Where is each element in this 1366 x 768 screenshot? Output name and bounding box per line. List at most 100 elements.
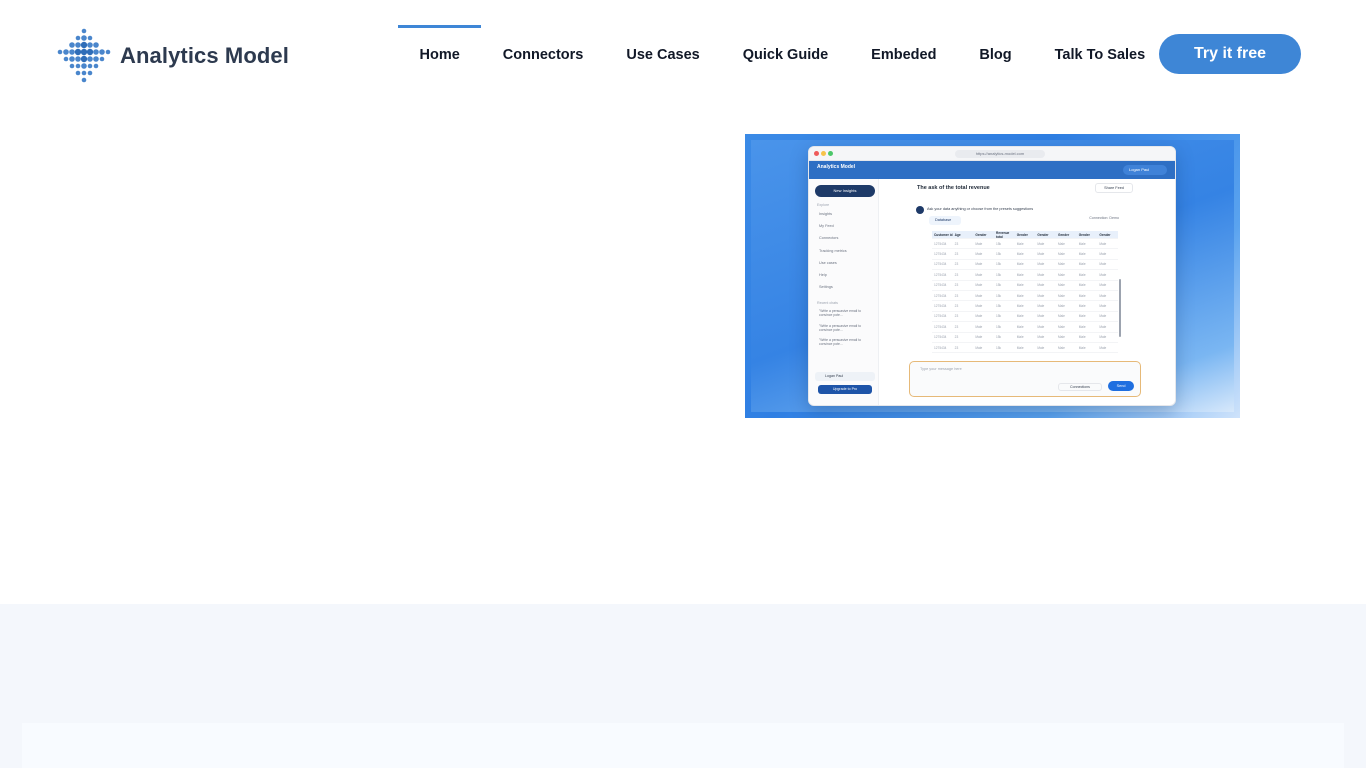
table-cell: Male: [1058, 335, 1065, 340]
sidebar-item: My Feed: [819, 224, 834, 229]
table-cell: 23: [954, 272, 959, 277]
table-cell: 15k: [996, 241, 1002, 246]
table-cell: 1275434: [934, 241, 947, 246]
recent-chat-item: "Write a persuasive email to convince po…: [819, 338, 862, 347]
nav-item-talk-to-sales[interactable]: Talk To Sales: [1033, 25, 1167, 85]
table-header: Customer id Age Gender Revenue total Gender G…: [932, 231, 1118, 239]
url-bar: https://analytics-model.com: [955, 150, 1045, 158]
table-cell: 15k: [996, 293, 1002, 298]
data-table: Customer id Age Gender Revenue total Gender G…: [932, 231, 1118, 354]
table-cell: Male: [1078, 262, 1086, 267]
app-sidebar: New Insights Explore Recent chats Logan …: [809, 179, 879, 405]
table-header-cell: Gender: [1016, 232, 1028, 237]
table-row: 1275434 23 Male 15k Male Male Male Male Male: [932, 312, 1118, 323]
table-cell: 23: [954, 314, 959, 319]
close-dot-icon: [814, 151, 819, 156]
sidebar-user: Logan Paul: [815, 372, 875, 381]
bot-avatar-icon: [916, 206, 924, 214]
table-cell: Male: [975, 283, 983, 288]
table-cell: Male: [975, 345, 983, 350]
nav-label: Connectors: [502, 47, 584, 63]
table-cell: Male: [1099, 283, 1107, 288]
try-free-button[interactable]: Try it free: [1159, 34, 1301, 74]
explore-label: Explore: [817, 203, 830, 207]
table-cell: Male: [975, 252, 983, 257]
table-cell: Male: [1037, 345, 1045, 350]
site-header: Analytics Model Home Connectors Use Cases Q…: [0, 0, 1366, 110]
nav-item-embeded[interactable]: Embeded: [850, 25, 958, 85]
table-header-cell: Gender: [975, 232, 987, 237]
table-cell: Male: [1058, 324, 1065, 329]
table-cell: 1275434: [934, 324, 947, 329]
send-button: Send: [1108, 381, 1134, 391]
table-row: 1275434 23 Male 15k Male Male Male Male Male: [932, 322, 1118, 333]
table-cell: Male: [975, 293, 983, 298]
table-cell: Male: [1037, 252, 1045, 257]
table-header-cell: Gender: [1037, 232, 1049, 237]
table-row: 1275434 23 Male 15k Male Male Male Male Male: [932, 270, 1118, 281]
table-cell: Male: [1016, 335, 1024, 340]
brand-logo[interactable]: Analytics Model: [56, 28, 289, 84]
table-cell: 23: [954, 252, 959, 257]
table-header-cell: Revenue total: [996, 230, 1010, 239]
table-cell: 23: [954, 283, 959, 288]
table-cell: 1275434: [934, 345, 947, 350]
table-cell: Male: [1037, 283, 1045, 288]
nav-item-home[interactable]: Home: [398, 25, 482, 85]
table-cell: Male: [1016, 314, 1024, 319]
main-nav: Home Connectors Use Cases Quick Guide Embede…: [398, 25, 1167, 85]
table-row: 1275434 23 Male 15k Male Male Male Male Male: [932, 239, 1118, 250]
table-cell: Male: [1058, 345, 1065, 350]
nav-label: Embeded: [871, 47, 937, 63]
table-cell: 1275434: [934, 283, 947, 288]
table-cell: Male: [1099, 252, 1107, 257]
table-cell: Male: [1037, 314, 1045, 319]
table-cell: 15k: [996, 304, 1002, 309]
table-cell: 15k: [996, 262, 1002, 267]
table-cell: Male: [1037, 304, 1045, 309]
table-scrollbar: [1119, 279, 1121, 337]
table-cell: 15k: [996, 272, 1002, 277]
table-header-cell: Customer id: [934, 232, 953, 237]
table-cell: 15k: [996, 324, 1002, 329]
nav-item-use-cases[interactable]: Use Cases: [605, 25, 721, 85]
table-header-cell: Gender: [1058, 232, 1070, 237]
table-cell: Male: [1016, 241, 1024, 246]
app-main: The ask of the total revenue Share Feed …: [879, 179, 1175, 405]
table-cell: Male: [1078, 252, 1086, 257]
nav-item-blog[interactable]: Blog: [958, 25, 1033, 85]
table-cell: Male: [1078, 304, 1086, 309]
table-cell: Male: [1099, 262, 1107, 267]
table-cell: Male: [1016, 283, 1024, 288]
sidebar-item: Use cases: [819, 260, 837, 265]
table-cell: 23: [954, 335, 959, 340]
table-cell: Male: [1016, 272, 1024, 277]
nav-item-connectors[interactable]: Connectors: [481, 25, 605, 85]
table-cell: 1275434: [934, 335, 947, 340]
table-cell: Male: [1078, 293, 1086, 298]
app-user-badge: Logan Paul: [1123, 165, 1167, 175]
nav-item-quick-guide[interactable]: Quick Guide: [721, 25, 849, 85]
table-header-cell: Age: [954, 232, 961, 237]
maximize-dot-icon: [828, 151, 833, 156]
table-cell: Male: [1099, 272, 1107, 277]
message-composer: Type your message here Connections Send: [909, 361, 1141, 397]
table-cell: 1275434: [934, 252, 947, 257]
table-cell: 15k: [996, 314, 1002, 319]
table-cell: Male: [1037, 324, 1045, 329]
table-cell: Male: [1016, 304, 1024, 309]
table-cell: 1275434: [934, 262, 947, 267]
table-row: 1275434 23 Male 15k Male Male Male Male Male: [932, 301, 1118, 312]
table-cell: Male: [1058, 293, 1065, 298]
table-cell: Male: [1016, 252, 1024, 257]
table-cell: Male: [975, 241, 983, 246]
table-cell: Male: [1078, 335, 1086, 340]
nav-label: Quick Guide: [742, 47, 829, 63]
table-cell: 15k: [996, 252, 1002, 257]
new-insights-button: New Insights: [815, 185, 875, 197]
table-header-cell: Gender: [1078, 232, 1090, 237]
table-cell: 1275434: [934, 293, 947, 298]
nav-label: Home: [419, 47, 460, 63]
table-cell: 23: [954, 324, 959, 329]
table-cell: Male: [1099, 293, 1107, 298]
